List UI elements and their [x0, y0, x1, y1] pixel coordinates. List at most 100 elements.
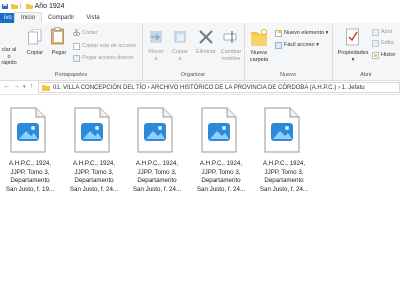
rename-button[interactable]: Cambiar nombre: [218, 49, 244, 62]
title-folder-icon: [25, 3, 33, 9]
file-name: A.H.P.C., 1924, JJPP, Tomo 3, Departamen…: [66, 160, 122, 194]
image-file-icon: [264, 107, 300, 153]
new-item-icon: [275, 30, 282, 39]
file-name-line: San Justo, f. 24...: [69, 185, 119, 193]
file-name-line: JJPP, Tomo 3,: [137, 168, 177, 176]
tab-archivo[interactable]: ivo: [0, 13, 14, 23]
properties-button[interactable]: Propiedades ▾: [335, 50, 371, 63]
copy-to-label-2: a: [178, 55, 182, 62]
properties-label: Propiedades: [337, 50, 369, 56]
file-name-line: San Justo, f. 24...: [196, 185, 246, 193]
group-label-abrir: Abrir: [360, 72, 372, 78]
copy-to-button[interactable]: Copiar a: [168, 49, 192, 62]
copy-to-icon: [172, 29, 188, 47]
image-file-icon: [201, 107, 237, 153]
file-name: A.H.P.C., 1924, JJPP, Tomo 3, Departamen…: [193, 160, 249, 194]
copy-icon: [28, 28, 42, 47]
open-button[interactable]: Abrir: [381, 29, 393, 36]
window-title: Año 1924: [34, 2, 65, 10]
new-folder-label-1: Nueva: [251, 50, 267, 56]
rename-label-2: nombre: [221, 55, 241, 62]
tab-compartir[interactable]: Compartir: [42, 13, 80, 23]
new-folder-icon: [251, 28, 267, 48]
back-arrow-icon[interactable]: ←: [3, 83, 10, 90]
group-organizar: Mover a Copiar a Eliminar Cambiar nombre…: [142, 23, 245, 80]
file-name-line: Departamento: [137, 177, 177, 184]
forward-arrow-icon[interactable]: →: [13, 83, 20, 90]
file-name-line: Departamento: [74, 177, 114, 184]
file-name: A.H.P.C., 1924, JJPP, Tomo 3, Departamen…: [2, 160, 58, 194]
edit-icon: [372, 40, 379, 49]
breadcrumb[interactable]: 01. VILLA CONCEPCIÓN DEL TÍO › ARCHIVO H…: [53, 84, 365, 93]
pin-label-1: clar al: [1, 47, 17, 53]
paste-shortcut-button[interactable]: Pegar acceso directo: [82, 55, 134, 62]
copy-path-button[interactable]: Copiar ruta de acceso: [82, 43, 136, 50]
title-separator: |: [20, 3, 22, 9]
image-file-icon: [137, 107, 173, 153]
file-item[interactable]: A.H.P.C., 1924, JJPP, Tomo 3, Departamen…: [66, 103, 122, 203]
open-icon: [372, 29, 379, 38]
file-name: A.H.P.C., 1924, JJPP, Tomo 3, Departamen…: [256, 160, 312, 194]
file-item[interactable]: A.H.P.C., 1924, JJPP, Tomo 3, Departamen…: [2, 103, 58, 203]
copy-to-label-1: Copiar: [171, 49, 189, 55]
paste-button[interactable]: Pegar: [48, 50, 70, 57]
address-bar-row: ← → ▾ ↑ 01. VILLA CONCEPCIÓN DEL TÍO › A…: [0, 81, 400, 95]
file-name-line: Departamento: [264, 177, 304, 184]
rename-icon: [223, 30, 237, 46]
group-label-organizar: Organizar: [180, 72, 206, 78]
file-name-line: A.H.P.C., 1924,: [262, 160, 306, 167]
history-icon: [372, 52, 379, 61]
group-label-nuevo: Nuevo: [280, 72, 296, 78]
move-to-icon: [148, 29, 164, 47]
file-name-line: San Justo, f. 24...: [132, 185, 182, 193]
rename-label-1: Cambiar: [220, 49, 242, 55]
copy-path-icon: [73, 43, 80, 52]
easy-access-label: Fácil acceso: [284, 42, 315, 48]
move-label-2: a: [154, 55, 158, 62]
file-name: A.H.P.C., 1924, JJPP, Tomo 3, Departamen…: [129, 160, 185, 194]
group-label-portapapeles: Portapapeles: [54, 72, 88, 78]
file-name-line: JJPP, Tomo 3,: [264, 168, 304, 176]
up-arrow-icon[interactable]: ↑: [30, 83, 34, 90]
paste-shortcut-icon: [73, 55, 80, 64]
group-portapapeles: clar al o rápido Copiar Pegar Cortar Cop…: [0, 23, 143, 80]
cut-button[interactable]: Cortar: [82, 30, 97, 37]
easy-access-icon: [275, 42, 282, 51]
move-label-1: Mover: [148, 49, 164, 55]
tab-vista[interactable]: Vista: [80, 13, 105, 23]
new-item-button[interactable]: Nuevo elemento ▾: [284, 30, 328, 37]
address-folder-icon: [42, 85, 50, 93]
pin-label-2: o rápido: [1, 53, 17, 67]
delete-button[interactable]: Eliminar: [194, 49, 218, 56]
folder-icon[interactable]: [11, 3, 18, 9]
delete-icon: [199, 30, 213, 46]
properties-icon: [346, 28, 360, 48]
new-folder-label-2: carpeta: [249, 56, 269, 63]
recent-locations-icon[interactable]: ▾: [23, 84, 26, 90]
file-item[interactable]: A.H.P.C., 1924, JJPP, Tomo 3, Departamen…: [129, 103, 185, 203]
paste-icon: [51, 27, 65, 47]
file-name-line: Departamento: [201, 177, 241, 184]
file-name-line: A.H.P.C., 1924,: [8, 160, 52, 167]
file-name-line: JJPP, Tomo 3,: [10, 168, 50, 176]
pin-quick-access-button[interactable]: clar al o rápido: [0, 47, 18, 67]
copy-button[interactable]: Copiar: [24, 50, 46, 57]
history-button[interactable]: Histor: [381, 52, 395, 59]
easy-access-button[interactable]: Fácil acceso ▾: [284, 42, 319, 49]
address-box[interactable]: 01. VILLA CONCEPCIÓN DEL TÍO › ARCHIVO H…: [38, 82, 400, 93]
file-item[interactable]: A.H.P.C., 1924, JJPP, Tomo 3, Departamen…: [193, 103, 249, 203]
image-file-icon: [74, 107, 110, 153]
file-name-line: Departamento: [10, 177, 50, 184]
ribbon: clar al o rápido Copiar Pegar Cortar Cop…: [0, 23, 400, 81]
file-item[interactable]: A.H.P.C., 1924, JJPP, Tomo 3, Departamen…: [256, 103, 312, 203]
edit-button[interactable]: Edita: [381, 40, 394, 47]
title-bar: | Año 1924: [0, 0, 400, 12]
file-list: A.H.P.C., 1924, JJPP, Tomo 3, Departamen…: [0, 95, 400, 300]
new-folder-button[interactable]: Nueva carpeta: [246, 50, 272, 63]
quick-access-icon[interactable]: [2, 3, 9, 9]
file-name-line: JJPP, Tomo 3,: [74, 168, 114, 176]
group-abrir: Propiedades ▾ Abrir Edita Histor Abrir: [332, 23, 400, 80]
image-file-icon: [10, 107, 46, 153]
move-to-button[interactable]: Mover a: [144, 49, 168, 62]
file-name-line: A.H.P.C., 1924,: [135, 160, 179, 167]
